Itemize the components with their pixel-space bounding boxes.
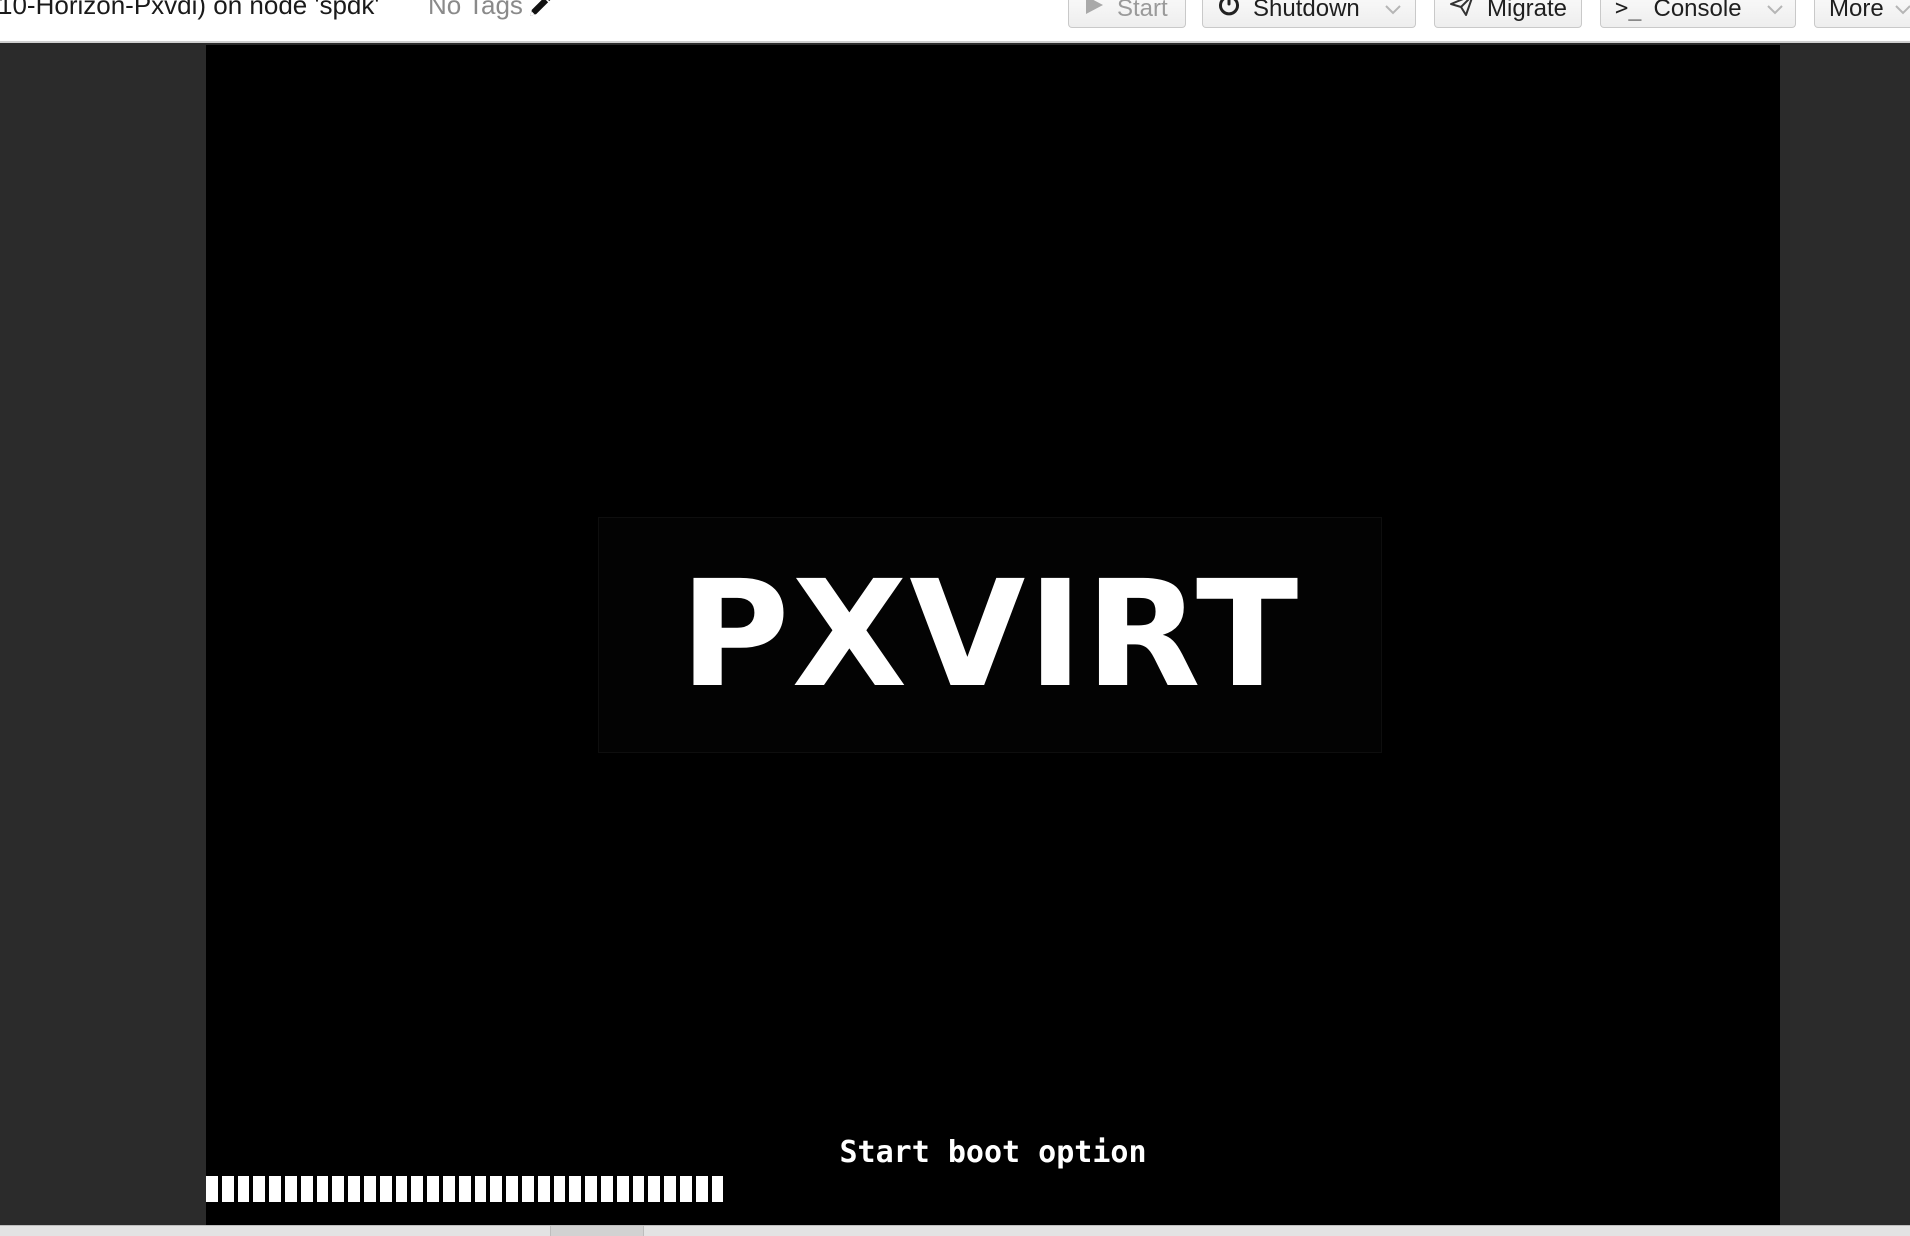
chevron-down-icon[interactable] (1764, 0, 1786, 20)
progress-block (632, 1176, 645, 1202)
progress-block (521, 1176, 534, 1202)
progress-block (363, 1176, 376, 1202)
progress-block (664, 1176, 676, 1202)
terminal-icon: >_ (1615, 0, 1642, 21)
progress-block (253, 1176, 266, 1202)
more-button-label: More (1829, 0, 1884, 22)
pencil-icon[interactable] (527, 0, 553, 19)
progress-block (537, 1176, 550, 1202)
progress-block (427, 1176, 439, 1202)
progress-block (711, 1176, 724, 1202)
scrollbar-thumb[interactable] (550, 1226, 644, 1236)
progress-block (379, 1176, 392, 1202)
boot-logo: PXVIRT (598, 517, 1382, 753)
boot-logo-text: PXVIRT (679, 549, 1301, 721)
more-button[interactable]: More (1814, 0, 1910, 28)
progress-block (585, 1176, 597, 1202)
progress-block (316, 1176, 329, 1202)
play-icon (1083, 0, 1105, 23)
migrate-button-label: Migrate (1487, 0, 1568, 22)
progress-block (553, 1176, 566, 1202)
chevron-down-icon (1892, 0, 1910, 20)
migrate-button[interactable]: Migrate (1434, 0, 1582, 28)
tags-label: No Tags (428, 0, 523, 20)
progress-block (237, 1176, 250, 1202)
vm-toolbar: 10-Horizon-Pxvdi) on node 'spdk' No Tags… (0, 0, 1910, 43)
progress-block (569, 1176, 582, 1202)
progress-block (474, 1176, 487, 1202)
paper-plane-icon (1449, 0, 1475, 24)
boot-progress-bar (206, 1176, 724, 1202)
progress-block (442, 1176, 455, 1202)
progress-block (616, 1176, 629, 1202)
progress-block (332, 1176, 345, 1202)
vm-title: 10-Horizon-Pxvdi) on node 'spdk' (0, 0, 380, 20)
power-icon (1217, 0, 1241, 24)
progress-block (648, 1176, 661, 1202)
console-button-label: Console (1653, 0, 1742, 22)
progress-block (206, 1176, 218, 1202)
progress-block (679, 1176, 692, 1202)
progress-block (600, 1176, 613, 1202)
start-button[interactable]: Start (1068, 0, 1186, 28)
shutdown-button-label: Shutdown (1253, 0, 1360, 22)
progress-block (300, 1176, 313, 1202)
chevron-down-icon[interactable] (1382, 0, 1404, 20)
progress-block (411, 1176, 424, 1202)
console-button[interactable]: >_ Console (1600, 0, 1796, 28)
progress-block (395, 1176, 408, 1202)
progress-block (221, 1176, 234, 1202)
pve-vm-console-page: 10-Horizon-Pxvdi) on node 'spdk' No Tags… (0, 0, 1910, 1236)
horizontal-scrollbar[interactable] (0, 1225, 1910, 1236)
tags-area[interactable]: No Tags (428, 0, 553, 21)
start-button-label: Start (1117, 0, 1168, 22)
progress-block (348, 1176, 360, 1202)
progress-block (695, 1176, 708, 1202)
progress-block (269, 1176, 281, 1202)
progress-block (490, 1176, 503, 1202)
boot-status-text: Start boot option (839, 1135, 1147, 1170)
progress-block (458, 1176, 471, 1202)
progress-block (506, 1176, 518, 1202)
vm-screen[interactable]: PXVIRT Start boot option (206, 45, 1780, 1225)
progress-block (284, 1176, 297, 1202)
shutdown-button[interactable]: Shutdown (1202, 0, 1416, 28)
